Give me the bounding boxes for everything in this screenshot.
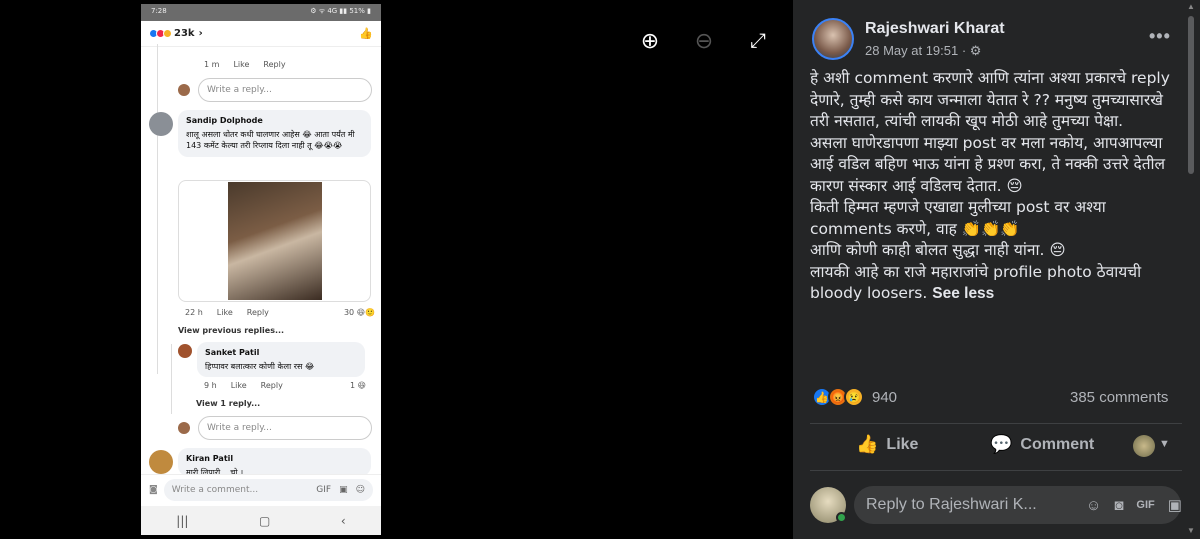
comment-label: Comment [1020,435,1095,453]
post-paragraph: आणि कोणी काही बोलत सुद्धा नाही यांना. 😔 [810,241,1066,259]
emoji-icon: ☺ [355,484,365,495]
reaction-count: 30 😆🙂 [343,308,375,317]
thumbs-up-icon: 👍 [359,27,373,40]
comment-time: 1 m [204,60,220,69]
avatar [149,112,173,136]
phone-comment-bar: ◙ Write a comment... GIF ▣ ☺ [141,474,381,504]
haha-reaction-icon [163,29,172,38]
screenshot-image: 7:28 ⚙ ᯤ 4G ▮▮ 51% ▮ 23k › 👍 1 m Like Re… [141,4,381,535]
like-button[interactable]: 👍 Like [856,434,918,455]
scroll-down-icon[interactable]: ▼ [1187,526,1195,535]
write-comment-box: Write a comment... GIF ▣ ☺ [163,478,373,501]
comment-bubble: Kiran Patil मारी लिपारी ...चो । [178,448,371,476]
reply-input[interactable] [866,496,1073,514]
comment-photo [228,182,322,300]
photo-viewer: 7:28 ⚙ ᯤ 4G ▮▮ 51% ▮ 23k › 👍 1 m Like Re… [0,0,793,539]
post-paragraph-last: लायकी आहे का राजे महाराजांचे profile pho… [810,262,1178,305]
reaction-summary[interactable]: 👍 😡 😢 940 [812,387,897,407]
avatar [149,450,173,474]
reply-link: Reply [246,308,269,317]
write-reply-box: Write a reply... [198,416,372,440]
phone-reaction-bar: 23k › 👍 [141,21,381,47]
view-one-reply: View 1 reply... [196,399,261,408]
like-label: Like [886,435,919,453]
comment-time: 22 h [185,308,203,317]
avatar [178,422,190,434]
phone-reaction-count: 23k [174,28,195,39]
gif-icon: GIF [316,484,332,495]
identity-switch-avatar[interactable] [1133,435,1155,457]
post-date-text: 28 May at 19:51 · [865,43,970,58]
android-nav-bar: ||| ▢ ‹ [141,506,381,535]
commenter-name: Sanket Patil [205,348,260,357]
thread-line [171,344,172,414]
divider [810,423,1182,424]
zoom-out-icon[interactable]: ⊖ [690,27,718,55]
globe-icon: ⚙ [969,43,982,58]
reaction-count: 940 [872,388,898,406]
back-icon: ‹ [340,513,346,528]
reaction-count: 1 😆 [350,381,366,390]
write-comment-placeholder: Write a comment... [171,484,259,495]
like-link: Like [233,60,250,69]
comment-meta: 22 h Like Reply 30 😆🙂 [185,308,375,317]
thread-line [157,44,158,374]
author-name[interactable]: Rajeshwari Kharat [865,20,1005,38]
post-text: हे अशी comment करणारे आणि त्यांना अश्या … [810,68,1178,305]
reply-link: Reply [263,60,286,69]
comment-button[interactable]: 💬 Comment [990,434,1094,455]
phone-status-bar: 7:28 ⚙ ᯤ 4G ▮▮ 51% ▮ [141,4,381,21]
reply-link: Reply [260,381,283,390]
commenter-name: Sandip Dolphode [186,116,263,125]
write-reply-box: Write a reply... [198,78,372,102]
avatar [178,84,190,96]
scroll-up-icon[interactable]: ▲ [1187,2,1195,11]
more-options-icon[interactable]: ••• [1149,26,1171,47]
comment-bubble: Sanket Patil हिप्पावर बलात्कार कोणी केला… [197,342,365,378]
camera-icon[interactable]: ◙ [1114,497,1123,514]
comment-icon: 💬 [990,434,1013,454]
comment-time: 9 h [204,381,217,390]
post-paragraph: असला घाणेरडापणा माझ्या post वर मला नकोय,… [810,133,1166,195]
like-link: Like [216,308,233,317]
comment-text: हिप्पावर बलात्कार कोणी केला रस 😂 [205,361,315,371]
gif-icon[interactable]: GIF [1136,499,1154,511]
thumbs-up-icon: 👍 [856,434,879,454]
comment-meta: 9 h Like Reply 1 😆 [204,381,366,390]
post-paragraph: किती हिम्मत म्हणजे एखाद्या मुलीच्या post… [810,198,1106,238]
avatar [178,344,192,358]
zoom-in-icon[interactable]: ⊕ [636,27,664,55]
commenter-name: Kiran Patil [186,454,234,463]
reaction-icons [149,29,172,38]
like-link: Like [230,381,247,390]
comments-count[interactable]: 385 comments [1070,389,1168,406]
sad-reaction-icon: 😢 [844,387,864,407]
comment-bubble: Sandip Dolphode शालू असला धोतर कधी घालणा… [178,110,371,157]
caret-down-icon[interactable]: ▼ [1159,438,1170,450]
reply-box[interactable]: ☺ ◙ GIF ▣ [854,486,1182,524]
view-previous-replies: View previous replies... [178,326,285,335]
fullscreen-icon[interactable]: ⤢ [744,27,772,55]
see-less-link[interactable]: See less [932,285,994,302]
status-icons: ⚙ ᯤ 4G ▮▮ 51% ▮ [310,7,371,15]
scrollbar[interactable]: ▲ ▼ [1186,2,1196,537]
camera-icon: ◙ [149,484,158,495]
recent-apps-icon: ||| [176,513,189,528]
scrollbar-thumb[interactable] [1188,16,1194,174]
home-icon: ▢ [258,513,271,528]
sticker-icon: ▣ [339,484,348,495]
author-avatar[interactable] [812,18,854,60]
comment-text: शालू असला धोतर कधी घालणार आहेस 😂 आता पर्… [186,129,355,151]
top-comment-meta: 1 m Like Reply [204,60,286,69]
divider [810,470,1182,471]
sticker-icon[interactable]: ▣ [1168,496,1182,514]
post-date[interactable]: 28 May at 19:51 · ⚙ [865,43,981,59]
online-status-dot [836,512,847,523]
status-time: 7:28 [151,7,167,15]
emoji-icon[interactable]: ☺ [1086,497,1101,514]
chevron-right-icon: › [198,28,203,39]
post-paragraph: हे अशी comment करणारे आणि त्यांना अश्या … [810,69,1170,130]
